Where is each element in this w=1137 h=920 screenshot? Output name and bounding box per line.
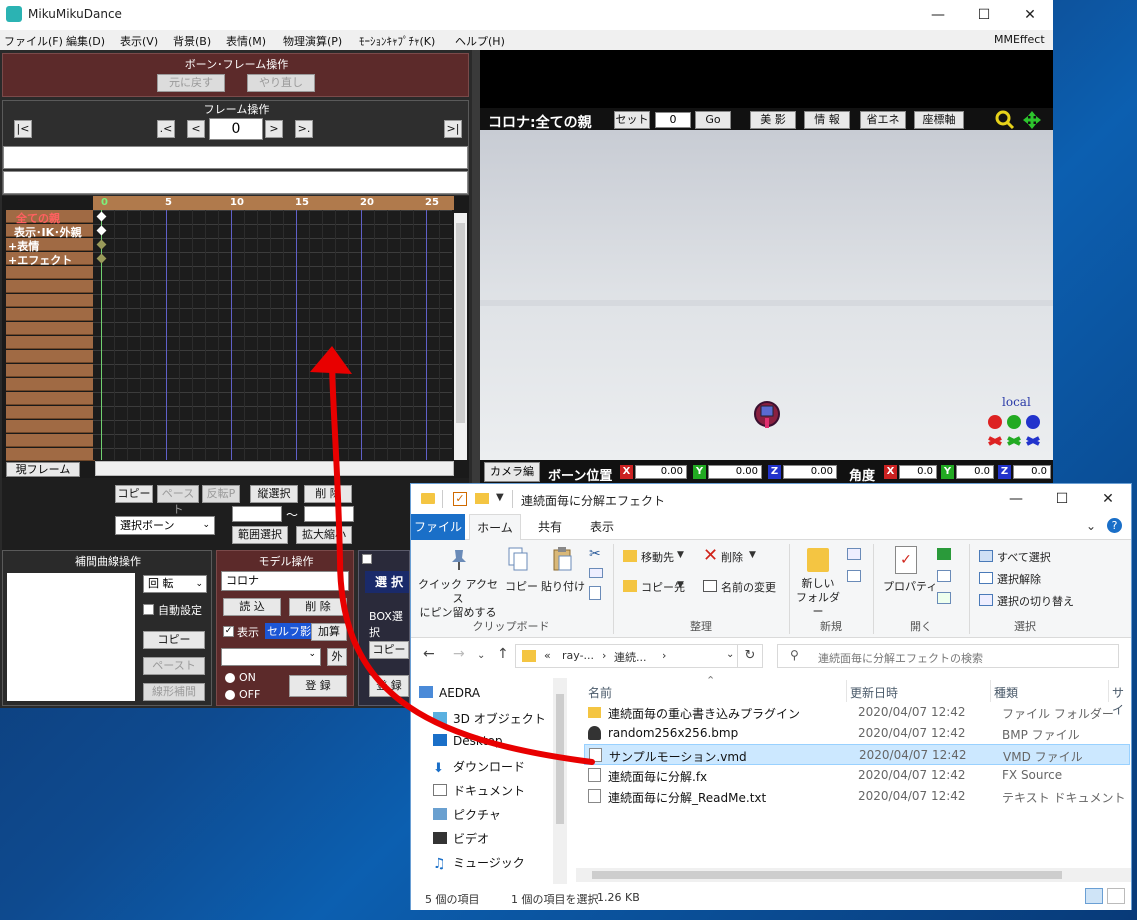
drag-arrow-annotation <box>310 346 595 765</box>
